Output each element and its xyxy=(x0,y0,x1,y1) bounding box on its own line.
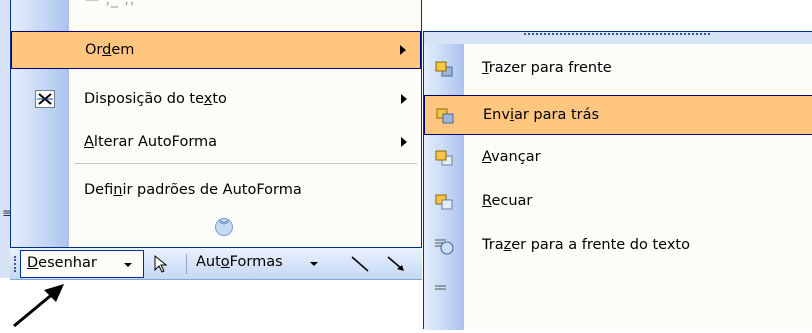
dropdown-arrow-icon xyxy=(124,263,132,267)
ordem-submenu: Trazer para frente Enviar para trás Avan… xyxy=(423,31,812,330)
send-to-back-icon xyxy=(435,107,455,125)
context-menu: — ,_ ,, Ordem Disposição do texto Altera… xyxy=(10,0,422,248)
send-behind-text-icon xyxy=(434,283,454,301)
cut-off-menu-item: — ,_ ,, xyxy=(85,0,136,8)
toolbar-grip-handle[interactable] xyxy=(14,256,19,272)
drawing-toolbar: Desenhar AutoFormas xyxy=(10,248,422,280)
bring-to-front-icon xyxy=(434,60,454,78)
menu-item-alterar-autoforma[interactable]: Alterar AutoForma xyxy=(11,124,421,162)
submenu-item-recuar[interactable]: Recuar xyxy=(424,182,812,224)
drag-dots xyxy=(524,33,710,39)
bring-forward-icon xyxy=(434,149,454,167)
submenu-item-cut-off[interactable] xyxy=(424,272,812,314)
submenu-drag-handle[interactable] xyxy=(424,32,812,44)
menu-item-label: Disposição do texto xyxy=(84,91,227,107)
submenu-item-trazer-frente-texto[interactable]: Trazer para a frente do texto xyxy=(424,226,812,268)
desenhar-label: Desenhar xyxy=(27,255,97,271)
dropdown-arrow-icon xyxy=(310,262,318,266)
submenu-item-avancar[interactable]: Avançar xyxy=(424,138,812,180)
line-tool-icon[interactable] xyxy=(348,254,372,274)
bring-in-front-of-text-icon xyxy=(434,237,454,255)
desenhar-button[interactable]: Desenhar xyxy=(20,250,144,278)
toolbar-separator xyxy=(186,254,187,274)
menu-item-label: Alterar AutoForma xyxy=(84,134,218,150)
pointer-arrow-annotation xyxy=(0,280,80,329)
autoformas-label: AutoFormas xyxy=(196,254,283,270)
submenu-item-trazer-para-frente[interactable]: Trazer para frente xyxy=(424,49,812,91)
submenu-item-label: Avançar xyxy=(482,149,541,165)
select-objects-cursor-icon[interactable] xyxy=(152,254,170,274)
menu-item-label: Definir padrões de AutoForma xyxy=(84,182,302,198)
menu-item-disposicao-texto[interactable]: Disposição do texto xyxy=(11,81,421,119)
chevron-double-down-icon[interactable]: ︾ xyxy=(215,218,233,236)
arrow-tool-icon[interactable] xyxy=(384,254,408,274)
submenu-arrow-icon xyxy=(400,45,406,55)
submenu-item-label: Trazer para frente xyxy=(482,60,612,76)
menu-item-ordem[interactable]: Ordem xyxy=(11,31,421,69)
submenu-item-enviar-para-tras[interactable]: Enviar para trás xyxy=(424,95,812,135)
submenu-item-label: Trazer para a frente do texto xyxy=(482,237,690,253)
submenu-item-label: Enviar para trás xyxy=(483,107,600,123)
menu-item-definir-padroes[interactable]: Definir padrões de AutoForma xyxy=(11,172,421,210)
menu-separator xyxy=(75,163,417,164)
send-backward-icon xyxy=(434,193,454,211)
submenu-arrow-icon xyxy=(401,137,407,147)
autoformas-button[interactable]: AutoFormas xyxy=(196,252,336,276)
submenu-arrow-icon xyxy=(401,94,407,104)
menu-item-label: Ordem xyxy=(85,42,135,58)
submenu-item-label: Recuar xyxy=(482,193,533,209)
